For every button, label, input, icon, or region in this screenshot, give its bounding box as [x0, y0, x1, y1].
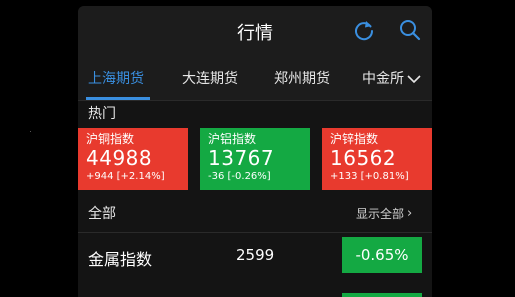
hot-card-zinc[interactable]: 沪锌指数 16562 +133 [+0.81%]	[322, 128, 432, 190]
card-value: 16562	[330, 146, 397, 170]
app-window: 行情 上海期货 大连期货 郑州期货 中金所 热门 沪铜指数 44988 +944…	[78, 6, 432, 297]
refresh-icon[interactable]	[352, 18, 376, 42]
exchange-tabs: 上海期货 大连期货 郑州期货 中金所	[78, 56, 432, 101]
tab-dalian-futures[interactable]: 大连期货	[182, 68, 238, 88]
card-name: 沪锌指数	[330, 132, 379, 146]
hot-cards: 沪铜指数 44988 +944 [+2.14%] 沪铝指数 13767 -36 …	[78, 128, 432, 190]
tab-zhengzhou-futures[interactable]: 郑州期货	[274, 68, 330, 88]
active-tab-indicator	[86, 97, 150, 100]
all-section-title: 全部	[88, 206, 116, 222]
card-change: -36 [-0.26%]	[208, 171, 271, 182]
divider	[78, 232, 432, 233]
chevron-right-icon: ›	[407, 206, 413, 221]
tab-shanghai-futures[interactable]: 上海期货	[88, 68, 144, 88]
search-icon[interactable]	[398, 18, 422, 42]
change-badge: -0.65%	[342, 237, 422, 273]
show-all-label: 显示全部	[356, 207, 405, 221]
card-change: +944 [+2.14%]	[86, 171, 165, 182]
hot-section-title: 热门	[88, 106, 116, 122]
tab-cffex[interactable]: 中金所	[362, 68, 404, 88]
chevron-down-icon[interactable]	[406, 70, 422, 84]
card-name: 沪铝指数	[208, 132, 257, 146]
show-all-link[interactable]: 显示全部 ›	[356, 205, 412, 222]
row-price: 2599	[236, 246, 275, 264]
next-row-badge	[342, 293, 422, 297]
stray-dot	[30, 131, 31, 132]
card-change: +133 [+0.81%]	[330, 171, 409, 182]
page-title: 行情	[237, 23, 273, 44]
hot-card-copper[interactable]: 沪铜指数 44988 +944 [+2.14%]	[78, 128, 188, 190]
row-name: 金属指数	[88, 250, 153, 269]
hot-card-aluminum[interactable]: 沪铝指数 13767 -36 [-0.26%]	[200, 128, 310, 190]
card-value: 13767	[208, 146, 275, 170]
top-bar: 行情	[78, 6, 432, 56]
card-name: 沪铜指数	[86, 132, 135, 146]
card-value: 44988	[86, 146, 153, 170]
